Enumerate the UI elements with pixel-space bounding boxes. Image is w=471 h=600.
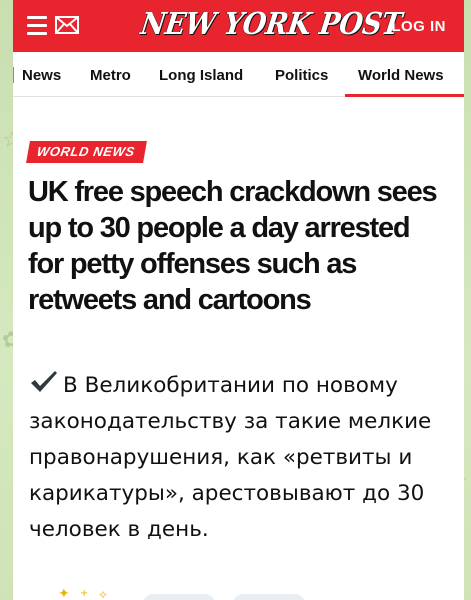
login-button[interactable]: LOG IN — [391, 18, 446, 35]
nav-scroll-edge — [13, 67, 14, 83]
nav-item-news[interactable]: News — [22, 67, 61, 84]
reaction-placeholder[interactable] — [233, 594, 305, 600]
mail-icon[interactable] — [55, 15, 79, 35]
sparkle-icon: ✦ + ✧ — [58, 586, 108, 600]
message-body: В Великобритании по новому законодательс… — [29, 373, 432, 542]
site-header: NEW YORK POST LOG IN — [13, 0, 464, 52]
menu-icon[interactable] — [27, 16, 47, 35]
nav-item-world-news[interactable]: World News — [358, 67, 444, 84]
svg-text:✦: ✦ — [58, 586, 70, 600]
chat-background: ☆ ✿ ☼ ♡ NEW YORK POST LOG IN News Metro … — [0, 0, 471, 600]
nav-item-long-island[interactable]: Long Island — [159, 67, 243, 84]
message-bubble[interactable]: NEW YORK POST LOG IN News Metro Long Isl… — [13, 0, 464, 600]
nav-item-politics[interactable]: Politics — [275, 67, 328, 84]
nav-item-metro[interactable]: Metro — [90, 67, 131, 84]
section-label[interactable]: WORLD NEWS — [26, 141, 147, 163]
article-headline[interactable]: UK free speech crackdown sees up to 30 p… — [28, 174, 448, 318]
svg-text:+: + — [80, 588, 88, 599]
check-mark-icon — [31, 371, 57, 392]
svg-text:✧: ✧ — [98, 588, 108, 600]
active-tab-indicator — [345, 94, 464, 97]
section-nav: News Metro Long Island Politics World Ne… — [13, 52, 464, 97]
message-text: В Великобритании по новому законодательс… — [29, 368, 454, 548]
reaction-placeholder[interactable] — [143, 594, 215, 600]
site-logo[interactable]: NEW YORK POST — [139, 7, 404, 42]
